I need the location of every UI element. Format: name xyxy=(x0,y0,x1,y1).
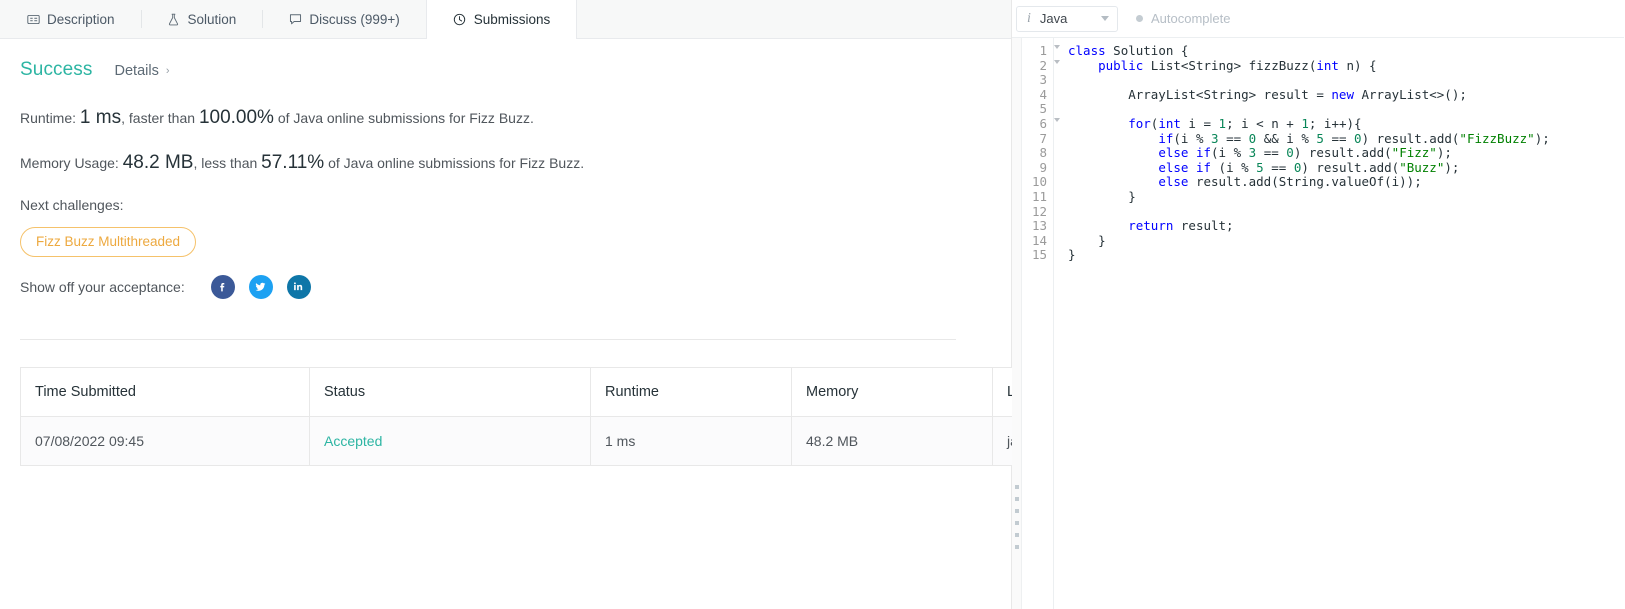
info-icon: i xyxy=(1027,10,1031,26)
tab-label: Solution xyxy=(187,11,237,27)
column-header-runtime: Runtime xyxy=(590,366,792,417)
runtime-prefix: Runtime: xyxy=(20,110,77,126)
status-dot-icon xyxy=(1136,15,1143,22)
memory-prefix: Memory Usage: xyxy=(20,154,119,171)
memory-middle: , less than xyxy=(193,154,262,171)
pane-splitter[interactable] xyxy=(1012,38,1022,609)
code-line: else if(i % 3 == 0) result.add("Fizz"); xyxy=(1158,145,1452,161)
code-line: } xyxy=(1068,232,1106,248)
linkedin-share-icon[interactable] xyxy=(286,274,311,299)
editor-body[interactable]: 1 2 3 4 5 6 7 8 9 10 11 12 13 14 15 class Solution { p… xyxy=(1012,38,1624,609)
code-line: } xyxy=(1068,188,1136,204)
cell-runtime: 1 ms xyxy=(590,415,792,466)
editor-code-area[interactable]: class Solution { public List<String> fiz… xyxy=(1054,38,1624,609)
runtime-middle: , faster than xyxy=(121,110,199,126)
leetcode-problem-page: Description Solution Discuss (999+) Subm… xyxy=(0,0,1625,609)
memory-percentile: 57.11% xyxy=(261,151,325,173)
runtime-value: 1 ms xyxy=(79,107,122,128)
twitter-share-icon[interactable] xyxy=(248,274,273,299)
problem-tab-bar: Description Solution Discuss (999+) Subm… xyxy=(0,0,1011,39)
cell-status: Accepted xyxy=(309,415,591,466)
flask-icon xyxy=(167,12,181,26)
tab-label: Submissions xyxy=(473,11,551,27)
memory-suffix: of Java online submissions for Fizz Buzz… xyxy=(324,154,585,171)
details-link[interactable]: Details › xyxy=(115,63,170,79)
fold-arrow-icon[interactable] xyxy=(1054,45,1060,49)
memory-value: 48.2 MB xyxy=(122,151,194,173)
status-badge: Success xyxy=(20,59,93,80)
tab-label: Description xyxy=(47,11,115,27)
code-line: class Solution { xyxy=(1068,43,1189,58)
tab-submissions[interactable]: Submissions xyxy=(425,0,578,39)
runtime-line: Runtime: 1 ms, faster than 100.00% of Ja… xyxy=(20,107,991,130)
language-select-value: Java xyxy=(1039,11,1068,26)
code-line: else if (i % 5 == 0) result.add("Buzz"); xyxy=(1158,159,1460,175)
splitter-grip-icon xyxy=(1015,485,1019,549)
memory-line: Memory Usage: 48.2 MB, less than 57.11% … xyxy=(20,152,991,175)
code-line: public List<String> fizzBuzz(int n) { xyxy=(1098,57,1377,73)
chevron-right-icon: › xyxy=(165,64,170,77)
share-label: Show off your acceptance: xyxy=(20,278,185,295)
language-select[interactable]: i Java xyxy=(1016,5,1118,32)
cell-time-submitted: 07/08/2022 09:45 xyxy=(20,415,310,466)
tab-label: Discuss (999+) xyxy=(309,11,400,27)
runtime-percentile: 100.00% xyxy=(198,107,274,128)
tab-description[interactable]: Description xyxy=(0,0,141,38)
tab-solution[interactable]: Solution xyxy=(140,0,263,38)
next-challenge-chip[interactable]: Fizz Buzz Multithreaded xyxy=(20,226,197,257)
section-divider xyxy=(20,338,956,340)
column-header-status: Status xyxy=(309,366,591,417)
next-challenges-label: Next challenges: xyxy=(20,196,124,213)
editor-toolbar: i Java Autocomplete xyxy=(1012,0,1624,38)
submission-result-panel: Success Details › Runtime: 1 ms, faster … xyxy=(0,39,1102,466)
details-label: Details xyxy=(114,63,159,79)
cell-memory: 48.2 MB xyxy=(791,415,993,466)
runtime-suffix: of Java online submissions for Fizz Buzz… xyxy=(273,110,534,126)
table-row: 07/08/2022 09:45 Accepted 1 ms 48.2 MB j… xyxy=(20,415,1102,466)
code-line: return result; xyxy=(1128,218,1234,234)
status-row: Success Details › xyxy=(20,59,991,81)
chevron-down-icon xyxy=(1101,16,1109,21)
code-line: else result.add(String.valueOf(i)); xyxy=(1158,174,1422,190)
comment-icon xyxy=(288,12,302,26)
fold-arrow-icon[interactable] xyxy=(1054,59,1060,64)
submissions-table: Time Submitted Status Runtime Memory Lan… xyxy=(20,366,1102,466)
code-line: ArrayList<String> result = new ArrayList… xyxy=(1068,86,1467,102)
fold-arrow-icon[interactable] xyxy=(1054,117,1060,122)
column-header-memory: Memory xyxy=(791,366,993,417)
left-pane: Description Solution Discuss (999+) Subm… xyxy=(0,0,1102,609)
tab-discuss[interactable]: Discuss (999+) xyxy=(262,0,425,38)
clock-icon xyxy=(453,12,467,26)
description-icon xyxy=(26,12,40,26)
autocomplete-label: Autocomplete xyxy=(1151,11,1231,26)
submission-status-link[interactable]: Accepted xyxy=(324,433,382,449)
code-line: if(i % 3 == 0 && i % 5 == 0) result.add(… xyxy=(1158,130,1550,146)
autocomplete-toggle[interactable]: Autocomplete xyxy=(1136,11,1231,26)
code-editor-pane: i Java Autocomplete 1 2 3 4 5 6 7 8 9 10 11 12 13 14 1… xyxy=(1012,0,1624,609)
column-header-time-submitted: Time Submitted xyxy=(20,366,310,417)
facebook-share-icon[interactable] xyxy=(210,274,235,299)
table-header-row: Time Submitted Status Runtime Memory Lan… xyxy=(20,366,1102,417)
share-row: Show off your acceptance: xyxy=(20,274,991,299)
code-line: for(int i = 1; i < n + 1; i++){ xyxy=(1128,115,1362,131)
tab-bar-spacer xyxy=(577,0,1011,38)
code-line: } xyxy=(1068,247,1076,263)
